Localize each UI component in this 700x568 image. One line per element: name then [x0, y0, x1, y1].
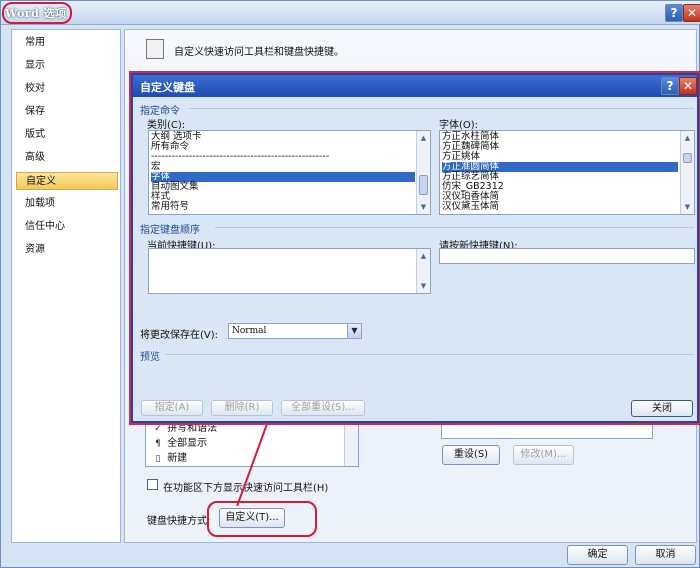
save-in-select[interactable]: Normal ▼: [228, 323, 362, 339]
list-item: ----------------------------------------…: [151, 152, 330, 162]
nav-item-trust-center[interactable]: 信任中心: [16, 218, 118, 236]
show-below-ribbon-checkbox[interactable]: [147, 479, 158, 490]
list-item[interactable]: ▯ 新建: [152, 452, 188, 465]
reset-button[interactable]: 重设(S): [442, 445, 500, 465]
section-specify-command: 指定命令: [140, 106, 180, 117]
section-divider: [215, 227, 694, 228]
help-button[interactable]: ?: [665, 4, 683, 22]
nav-item-addins[interactable]: 加载项: [16, 195, 118, 213]
scroll-up-icon[interactable]: ▲: [418, 132, 429, 144]
scroll-up-icon[interactable]: ▲: [418, 250, 429, 262]
options-nav: 常用 显示 校对 保存 版式 高级 自定义 加载项 信任中心 资源: [11, 29, 121, 543]
quick-access-toolbar-list[interactable]: [441, 421, 653, 439]
category-label: 类别(C):: [147, 120, 186, 131]
nav-item-resources[interactable]: 资源: [16, 241, 118, 259]
chevron-down-icon[interactable]: ▼: [347, 324, 361, 338]
title-bar[interactable]: Word 选项 ? ✕: [1, 1, 700, 25]
modify-button[interactable]: 修改(M)...: [513, 445, 574, 465]
font-list[interactable]: 方正水柱简体 方正魏碑简体 方正姚体 方正准圆简体 方正综艺简体 仿宋_GB23…: [439, 130, 695, 215]
close-button[interactable]: ✕: [683, 4, 700, 22]
scroll-down-icon[interactable]: ▼: [418, 201, 429, 213]
list-item[interactable]: ¶ 全部显示: [152, 437, 207, 450]
section-divider: [165, 354, 694, 355]
category-scrollbar[interactable]: ▲ ▼: [416, 131, 430, 214]
list-item[interactable]: 所有命令: [151, 142, 189, 152]
dialog-title: 自定义键盘: [140, 81, 195, 94]
spell-check-icon: ✓: [154, 424, 162, 434]
scroll-up-icon[interactable]: ▲: [682, 132, 693, 144]
scroll-thumb[interactable]: [419, 175, 428, 195]
nav-item-popular[interactable]: 常用: [16, 34, 118, 52]
new-key-input[interactable]: [439, 248, 695, 264]
nav-item-display[interactable]: 显示: [16, 57, 118, 75]
current-keys-list[interactable]: ▲ ▼: [148, 248, 431, 294]
nav-item-save[interactable]: 保存: [16, 103, 118, 121]
nav-item-customize[interactable]: 自定义: [16, 172, 118, 190]
dialog-close-button[interactable]: ✕: [679, 77, 697, 95]
font-label: 字体(O):: [439, 120, 479, 131]
word-options-window: Word 选项 ? ✕ 常用 显示 校对 保存 版式 高级 自定义 加载项 信任…: [0, 0, 700, 568]
panel-header: 自定义快速访问工具栏和键盘快捷键。: [174, 47, 344, 58]
scroll-down-icon[interactable]: ▼: [418, 280, 429, 292]
dialog-help-button[interactable]: ?: [661, 77, 679, 95]
dialog-close-text-button[interactable]: 关闭: [631, 400, 693, 417]
customize-toolbar-icon: [146, 39, 164, 59]
save-in-label: 将更改保存在(V):: [140, 330, 219, 341]
scroll-down-icon[interactable]: ▼: [682, 201, 693, 213]
show-all-icon: ¶: [155, 439, 161, 449]
current-keys-scrollbar[interactable]: ▲ ▼: [416, 249, 430, 293]
nav-item-layout[interactable]: 版式: [16, 126, 118, 144]
list-item[interactable]: 常用符号: [151, 202, 189, 212]
list-item[interactable]: ✓ 拼写和语法: [152, 422, 217, 435]
scroll-thumb[interactable]: [683, 153, 692, 163]
ok-button[interactable]: 确定: [567, 545, 628, 565]
keyboard-shortcut-label: 键盘快捷方式:: [147, 516, 211, 527]
section-preview: 预览: [140, 352, 160, 363]
nav-item-proofing[interactable]: 校对: [16, 80, 118, 98]
annotation-title-circle: [2, 2, 72, 24]
remove-button[interactable]: 删除(R): [211, 400, 273, 416]
dialog-title-bar[interactable]: 自定义键盘 ? ✕: [133, 75, 697, 97]
customize-keyboard-dialog: 自定义键盘 ? ✕ 指定命令 类别(C): 大纲 选项卡 所有命令 ------…: [131, 73, 699, 423]
list-scrollbar[interactable]: [344, 418, 358, 466]
reset-all-button[interactable]: 全部重设(S)...: [281, 400, 365, 416]
section-divider: [189, 108, 694, 109]
nav-item-advanced[interactable]: 高级: [16, 149, 118, 167]
save-in-value: Normal: [232, 326, 267, 336]
font-scrollbar[interactable]: ▲ ▼: [680, 131, 694, 214]
annotation-customize-circle: [207, 501, 317, 537]
cancel-button[interactable]: 取消: [635, 545, 696, 565]
new-document-icon: ▯: [155, 454, 161, 464]
assign-button[interactable]: 指定(A): [141, 400, 203, 416]
category-list[interactable]: 大纲 选项卡 所有命令 ----------------------------…: [148, 130, 431, 215]
list-item[interactable]: 汉仪黛玉体简: [442, 202, 499, 212]
section-keyboard-sequence: 指定键盘顺序: [140, 225, 200, 236]
